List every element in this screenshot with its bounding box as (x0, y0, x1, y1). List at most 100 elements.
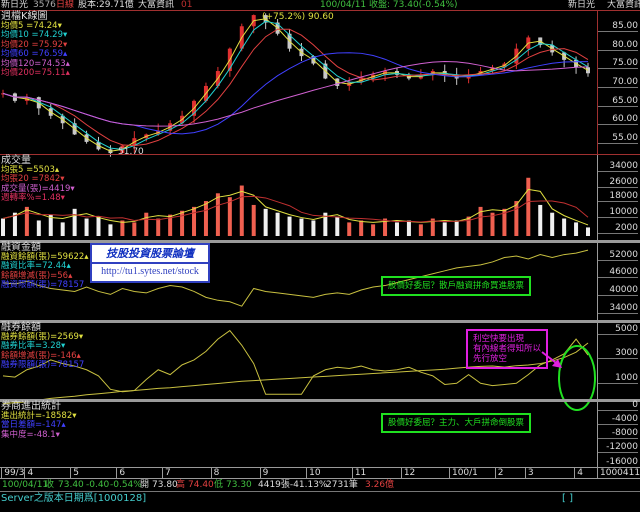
low-label: 51.70 (118, 147, 144, 157)
y-tick-label: 40000 (598, 286, 638, 296)
x-tick-label: 3 (524, 468, 534, 479)
x-tick-label: 6 (116, 468, 125, 479)
volume-ma20-line (2, 195, 589, 223)
ma10-line (2, 20, 589, 150)
y-tick-label: 0 (598, 401, 638, 411)
volume-bar (406, 220, 411, 236)
volume-bar (371, 224, 376, 236)
y-tick-label: -4000 (598, 415, 638, 425)
legend-item: 集中度=-48.1▾ (1, 429, 60, 440)
margin-annotation: 股價好委屈？散戶融資拼命買進股票 (381, 276, 532, 296)
info-percent: -0.54% (110, 480, 142, 490)
x-axis-end-date: 1000411 (597, 468, 640, 479)
volume-bar (574, 222, 579, 236)
short-annotation: 利空快要出現 有內線者得知所以 先行放空 (466, 329, 549, 369)
volume-bar (251, 204, 256, 236)
short-note-line: 先行放空 (473, 354, 508, 364)
info-volume: 4419張-41.13% (258, 480, 328, 490)
y-tick-label: 80.00 (598, 41, 638, 51)
volume-bar (1, 218, 5, 236)
logo-title: 技股投資股票論壇 (92, 245, 208, 264)
volume-bar (287, 216, 292, 236)
x-tick-label: 9 (259, 468, 268, 479)
logo-url[interactable]: http://tu1.sytes.net/stock (92, 264, 208, 280)
info-amount: 3.26億 (365, 480, 395, 490)
volume-bar (36, 220, 41, 236)
volume-bar (359, 220, 364, 236)
x-axis: 99/3 4 5 6 7 8 9 10 11 12 100/1 2 3 4 1000411 (0, 467, 640, 479)
volume-bar (442, 222, 447, 236)
x-tick-label: 99/3 (1, 468, 24, 479)
y-tick-label: -12000 (598, 443, 638, 453)
volume-bar (562, 218, 567, 236)
x-tick-label: 4 (24, 468, 33, 479)
volume-bar (538, 204, 543, 236)
volume-bar (239, 185, 244, 236)
command-input[interactable]: [ ] (562, 492, 573, 505)
volume-bar (144, 212, 149, 236)
x-tick-label: 100/1 (448, 468, 478, 479)
broker-legend: 券商進出統計 進出統計=-18582▾ 當日差額=-147▴ 集中度=-48.1▾ (1, 402, 77, 440)
y-tick-label: 34000 (598, 162, 638, 172)
info-change: -0.40 (86, 480, 110, 490)
panel-divider (0, 320, 640, 323)
volume-ma5-line (2, 188, 589, 226)
y-tick-label: 34000 (598, 304, 638, 314)
y-tick-label: 65.00 (598, 97, 638, 107)
y-tick-label: 55.00 (598, 134, 638, 144)
info-high: 74.40 (188, 480, 214, 490)
info-high-label: 高 (176, 480, 186, 490)
volume-bar (394, 222, 399, 236)
volume-bar (203, 201, 208, 236)
volume-bar (466, 216, 471, 236)
server-version-text: Server之版本日期爲[1000128] (1, 493, 147, 504)
volume-bar (263, 208, 268, 236)
info-close-label: 收 (45, 480, 55, 490)
x-tick-label: 4 (574, 468, 583, 479)
y-tick-label: 10000 (598, 208, 638, 218)
ma5-line (2, 18, 589, 152)
volume-bar (347, 222, 352, 236)
y-tick-label: 2000 (598, 224, 638, 234)
volume-bar (72, 208, 77, 236)
y-tick-label: -8000 (598, 429, 638, 439)
info-open-label: 開 (140, 480, 150, 490)
x-tick-label: 7 (162, 468, 171, 479)
volume-bar (586, 227, 590, 236)
x-tick-label: 2 (494, 468, 503, 479)
short-note-line: 有內線者得知所以 (473, 344, 542, 354)
y-tick-label: 70.00 (598, 78, 638, 88)
chart-canvas[interactable] (0, 0, 597, 467)
y-tick-label: 75.00 (598, 59, 638, 69)
short-legend: 融券餘額 融券餘額(張)=2569▾ 融券比率=3.28▾ 餘額增減(張)=-146▴… (1, 323, 84, 371)
y-tick-label: 52000 (598, 251, 638, 261)
info-close: 73.40 (58, 480, 84, 490)
volume-bar (132, 222, 137, 236)
volume-bar (514, 201, 519, 236)
volume-bar (192, 206, 197, 236)
y-tick-label: 1000 (598, 374, 638, 384)
volume-bar (156, 218, 161, 236)
forum-logo[interactable]: 技股投資股票論壇 http://tu1.sytes.net/stock (90, 243, 210, 283)
price-panel-border (0, 154, 640, 155)
legend-item: 融券限額(張)=78157 (1, 360, 85, 370)
y-tick-label: 5000 (598, 325, 638, 335)
y-tick-label: 18000 (598, 192, 638, 202)
volume-bar (418, 224, 423, 236)
info-trades: 2731筆 (326, 480, 358, 490)
y-tick-label: 3000 (598, 349, 638, 359)
volume-bar (215, 193, 220, 236)
right-source: 大富資訊 (607, 0, 640, 10)
x-tick-label: 12 (400, 468, 415, 479)
price-legend: 週檔K線圖 均價5 =74.24▾ 均價10 =74.29▾ 均價20 =75.92… (1, 12, 70, 79)
y-tick-label: 60.00 (598, 115, 638, 125)
volume-bar (180, 210, 185, 236)
legend-item: 均價200=75.11▴ (1, 68, 70, 78)
volume-bar (108, 224, 113, 236)
volume-bar (84, 218, 89, 236)
volume-bar (60, 222, 65, 236)
volume-bar (454, 220, 459, 236)
volume-bar (335, 216, 340, 236)
y-tick-label: 26000 (598, 178, 638, 188)
quote-info-bar: 100/04/11 收 73.40 -0.40 -0.54% 開 73.80 高… (0, 479, 640, 491)
